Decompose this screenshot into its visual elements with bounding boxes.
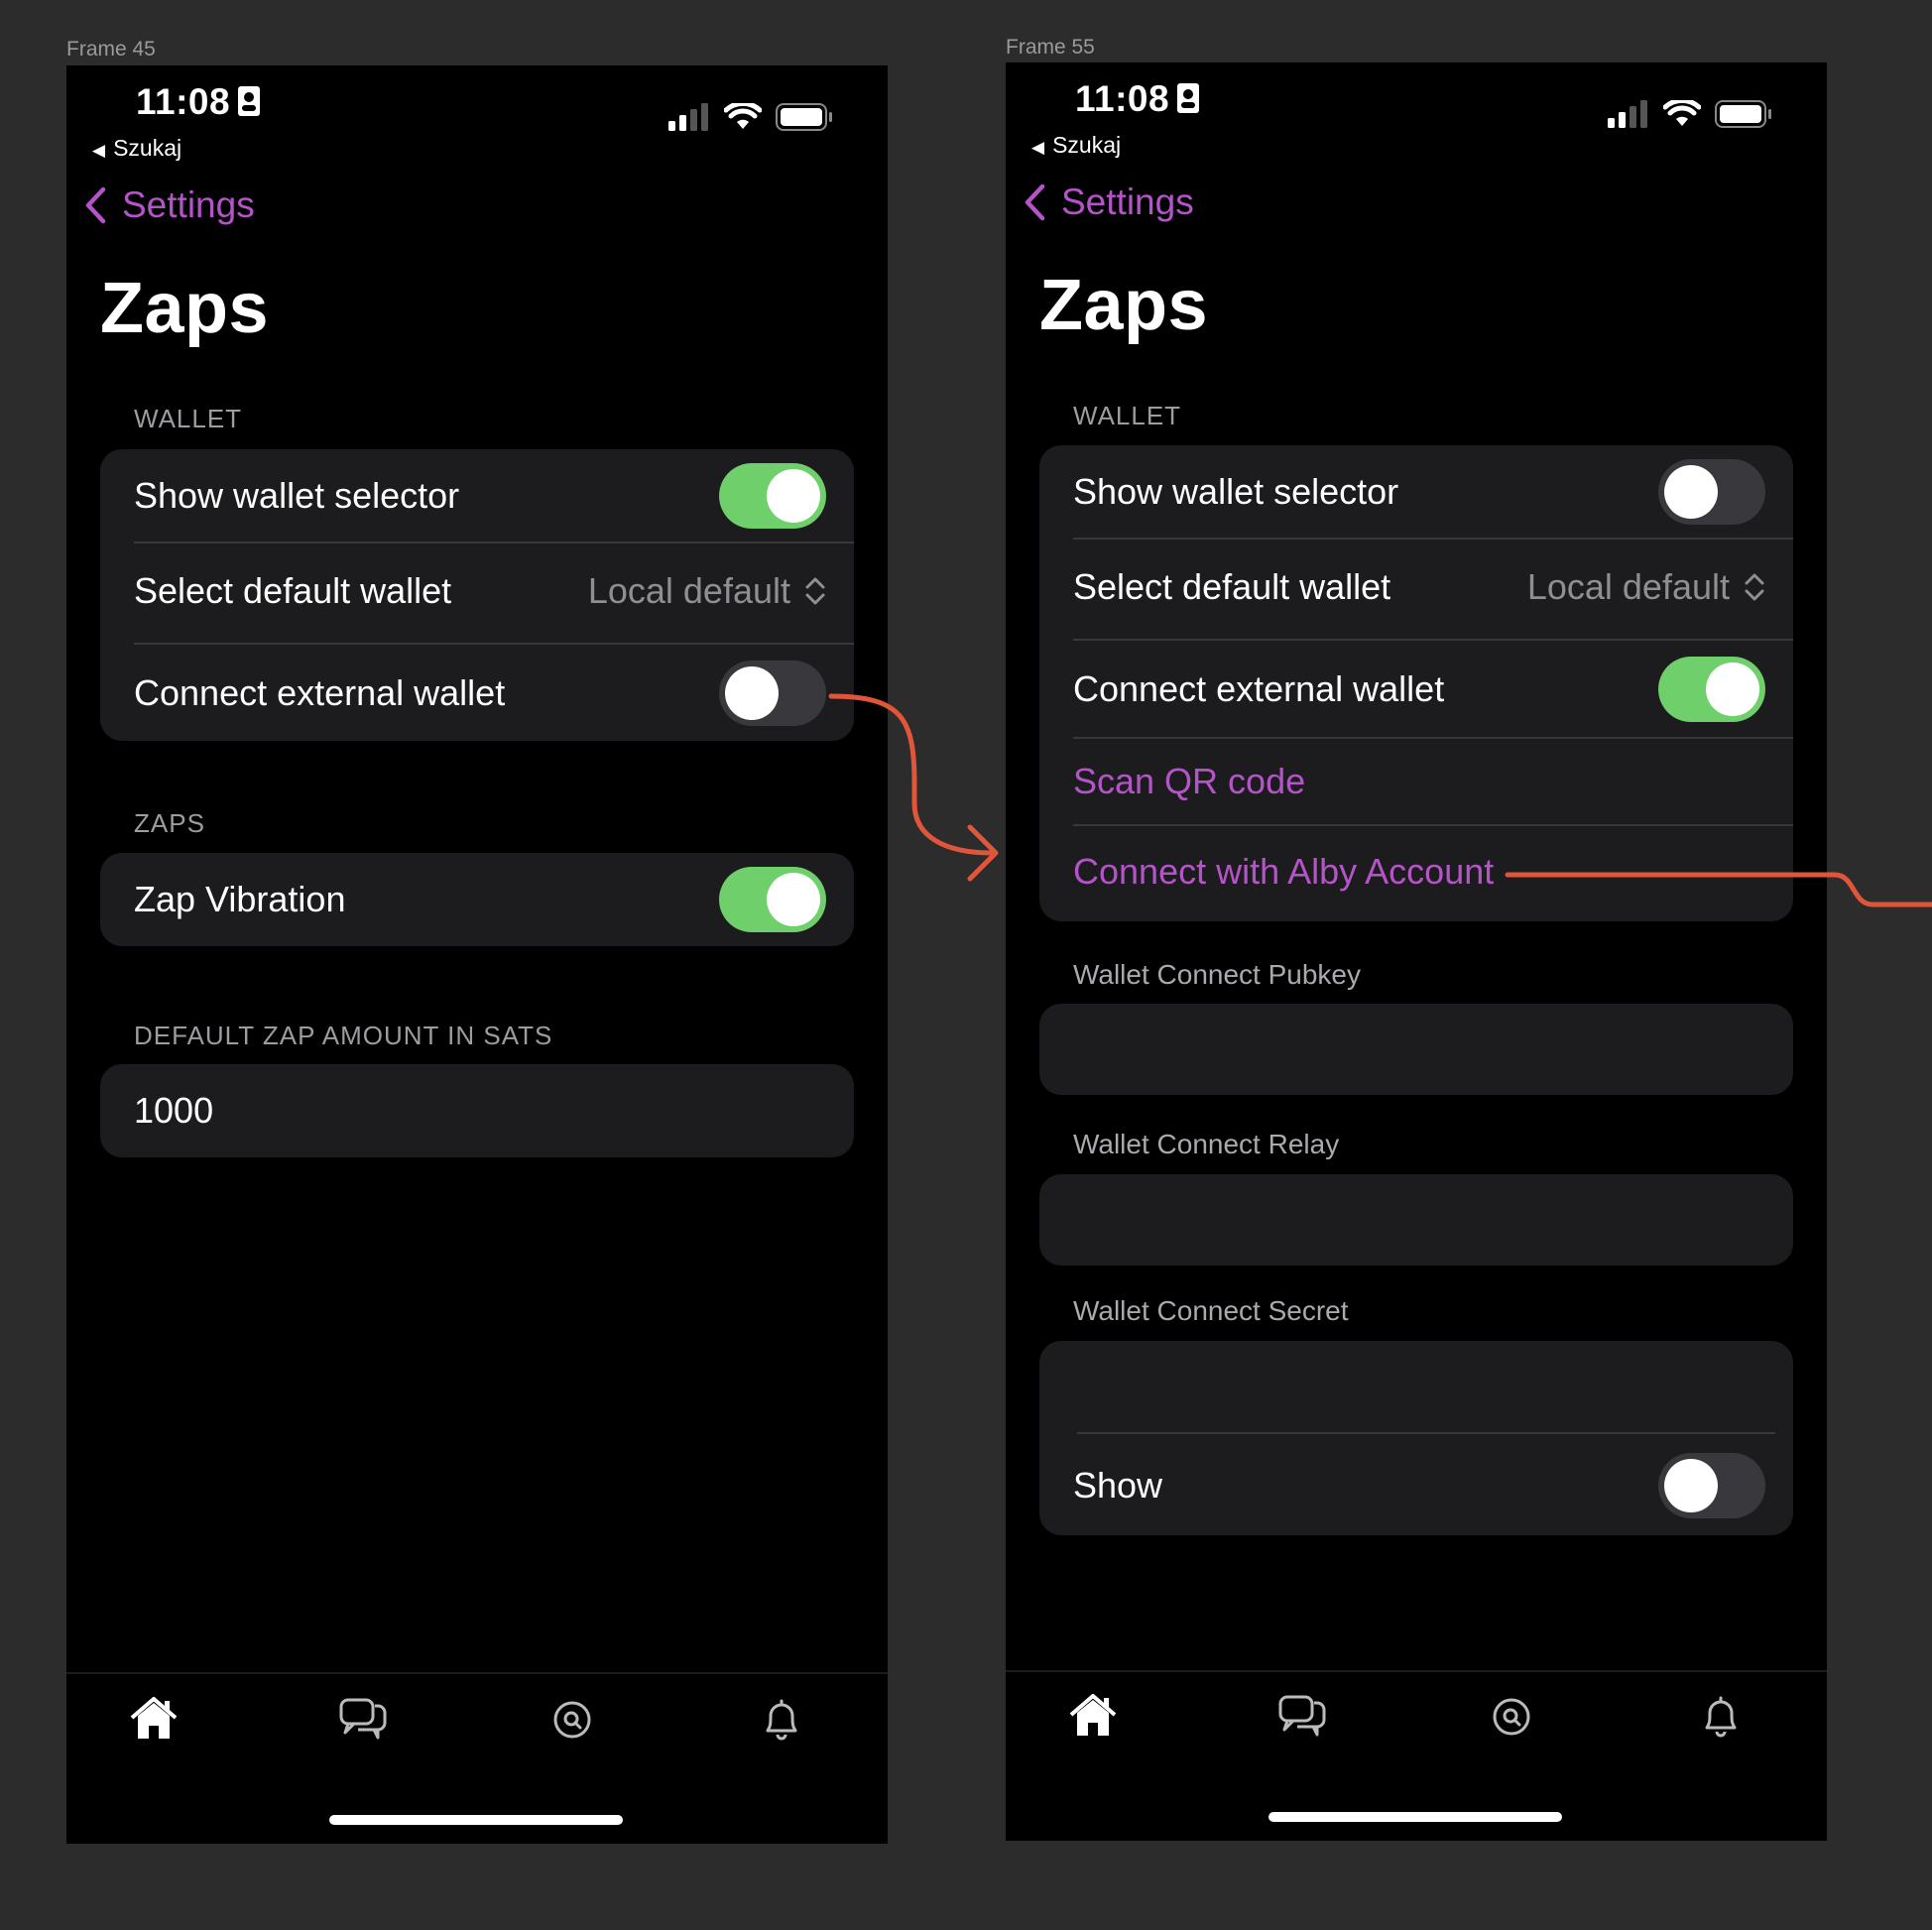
status-back-link[interactable]: ◀ Szukaj	[1031, 132, 1121, 159]
show-secret-row: Show	[1039, 1436, 1793, 1535]
connect-external-wallet-row: Connect external wallet	[1039, 641, 1793, 737]
section-header-amount: DEFAULT ZAP AMOUNT IN SATS	[134, 1021, 553, 1050]
signal-icon	[668, 103, 708, 131]
chat-icon[interactable]	[1277, 1691, 1327, 1741]
zap-vibration-toggle[interactable]	[719, 867, 826, 932]
wifi-icon	[1663, 100, 1701, 126]
toggle-knob	[1706, 662, 1759, 716]
contact-card-icon	[1177, 80, 1200, 122]
select-default-wallet-row[interactable]: Select default wallet Local default	[1039, 539, 1793, 636]
back-triangle-icon: ◀	[92, 141, 106, 160]
status-time: 11:08	[1075, 78, 1200, 122]
toggle-knob	[1664, 465, 1718, 519]
show-wallet-selector-toggle[interactable]	[1658, 459, 1765, 525]
battery-icon	[776, 103, 832, 131]
row-label: Scan QR code	[1073, 761, 1306, 801]
show-wallet-selector-toggle[interactable]	[719, 463, 826, 529]
row-label: Select default wallet	[1073, 566, 1391, 607]
toggle-knob	[767, 469, 820, 523]
search-icon[interactable]	[547, 1694, 597, 1744]
tab-bar-divider	[66, 1672, 888, 1674]
chevron-left-icon	[85, 186, 106, 224]
row-label: Select default wallet	[134, 570, 452, 611]
select-default-wallet-row[interactable]: Select default wallet Local default	[100, 543, 854, 640]
pubkey-label: Wallet Connect Pubkey	[1073, 959, 1361, 990]
amount-group: 1000	[100, 1064, 854, 1157]
toggle-knob	[767, 873, 820, 926]
connect-alby-button[interactable]: Connect with Alby Account	[1039, 826, 1793, 917]
tab-bar-divider	[1006, 1670, 1827, 1672]
page-title: Zaps	[1039, 266, 1209, 345]
home-indicator	[1268, 1812, 1562, 1822]
bell-icon[interactable]	[757, 1694, 806, 1744]
zap-amount-field[interactable]: 1000	[100, 1064, 854, 1157]
row-label: Show wallet selector	[134, 475, 460, 516]
default-wallet-picker[interactable]: Local default	[588, 570, 826, 612]
home-indicator	[329, 1815, 623, 1825]
home-icon[interactable]	[129, 1694, 179, 1744]
wifi-icon	[724, 103, 762, 129]
status-icons	[1608, 100, 1772, 128]
divider	[1077, 1432, 1775, 1434]
row-label: Connect with Alby Account	[1073, 851, 1495, 892]
section-header-wallet: WALLET	[134, 404, 243, 433]
section-header-zaps: ZAPS	[134, 808, 205, 838]
toggle-knob	[1664, 1459, 1718, 1512]
wallet-group: Show wallet selector Select default wall…	[1039, 445, 1793, 921]
zap-vibration-row: Zap Vibration	[100, 853, 854, 946]
flow-arrow-connect-head	[967, 824, 999, 882]
relay-label: Wallet Connect Relay	[1073, 1129, 1340, 1159]
nav-back-settings[interactable]: Settings	[1024, 181, 1194, 223]
connect-external-wallet-toggle[interactable]	[719, 660, 826, 726]
section-header-wallet: WALLET	[1073, 401, 1182, 430]
status-back-link[interactable]: ◀ Szukaj	[92, 135, 181, 162]
phone-frame-55: 11:08 ◀ Szukaj Settings Zaps WALLET Show …	[1006, 62, 1827, 1841]
row-label: Connect external wallet	[1073, 667, 1445, 709]
battery-icon	[1715, 100, 1771, 128]
bell-icon[interactable]	[1696, 1691, 1746, 1741]
chevron-up-down-icon	[805, 577, 825, 605]
picker-value: Local default	[587, 570, 790, 611]
row-label: Show wallet selector	[1073, 471, 1399, 512]
secret-label: Wallet Connect Secret	[1073, 1295, 1349, 1326]
search-icon[interactable]	[1487, 1691, 1536, 1741]
signal-icon	[1608, 100, 1647, 128]
status-time: 11:08	[136, 81, 261, 125]
frame-label: Frame 55	[1006, 36, 1095, 59]
nav-back-label: Settings	[1061, 181, 1194, 222]
status-icons	[668, 103, 833, 131]
home-icon[interactable]	[1068, 1691, 1118, 1741]
row-label: Zap Vibration	[134, 879, 346, 919]
chevron-up-down-icon	[1745, 573, 1764, 601]
show-secret-toggle[interactable]	[1658, 1453, 1765, 1518]
show-wallet-selector-row: Show wallet selector	[100, 449, 854, 543]
toggle-knob	[725, 665, 779, 720]
default-wallet-picker[interactable]: Local default	[1527, 566, 1765, 608]
wallet-group: Show wallet selector Select default wall…	[100, 449, 854, 741]
phone-frame-45: 11:08 ◀ Szukaj Settings Zaps WALLET Show …	[66, 65, 888, 1844]
chevron-left-icon	[1025, 183, 1045, 221]
scan-qr-code-button[interactable]: Scan QR code	[1039, 739, 1793, 824]
secret-input[interactable]	[1039, 1341, 1793, 1432]
relay-input[interactable]	[1039, 1174, 1793, 1266]
show-wallet-selector-row: Show wallet selector	[1039, 445, 1793, 539]
frame-label: Frame 45	[66, 38, 156, 60]
picker-value: Local default	[1526, 566, 1730, 607]
zaps-group: Zap Vibration	[100, 853, 854, 946]
row-label: Connect external wallet	[134, 671, 506, 713]
zap-amount-value: 1000	[134, 1090, 214, 1131]
pubkey-input[interactable]	[1039, 1004, 1793, 1095]
nav-back-settings[interactable]: Settings	[84, 184, 255, 226]
chat-icon[interactable]	[338, 1694, 388, 1744]
nav-back-label: Settings	[122, 184, 255, 225]
connect-external-wallet-toggle[interactable]	[1658, 656, 1765, 722]
page-title: Zaps	[100, 269, 270, 348]
contact-card-icon	[238, 83, 261, 125]
row-label: Show	[1073, 1465, 1163, 1506]
connect-external-wallet-row: Connect external wallet	[100, 645, 854, 741]
secret-group: Show	[1039, 1341, 1793, 1535]
back-triangle-icon: ◀	[1031, 138, 1045, 157]
